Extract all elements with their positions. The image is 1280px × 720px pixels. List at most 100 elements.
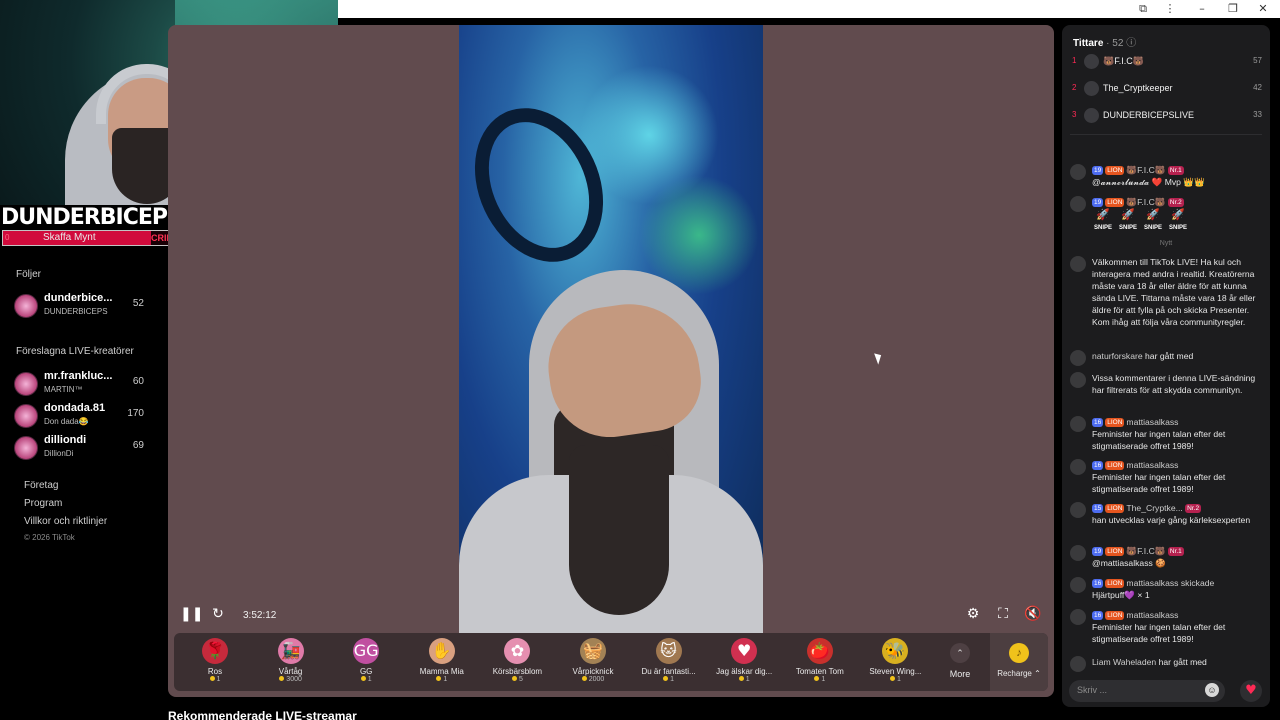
top-viewer-row[interactable]: 2 The_Cryptkeeper 42 <box>1070 79 1262 99</box>
recommended-heading: Rekommenderade LIVE-streamar <box>168 709 357 720</box>
extensions-icon[interactable]: ⧉ <box>1134 1 1152 17</box>
gift-item[interactable]: 🧺 Vårpicknick 2000 <box>556 635 630 689</box>
browser-chrome: ⧉ ⋮ – ❐ ✕ <box>338 0 1280 18</box>
restore-icon[interactable]: ❐ <box>1224 1 1242 17</box>
close-icon[interactable]: ✕ <box>1254 1 1272 17</box>
gift-item[interactable]: 🐝 Steven Wing... 1 <box>858 635 932 689</box>
suggested-account[interactable]: dondada.81 Don dada😂 170 <box>14 402 154 432</box>
gift-item[interactable]: ♥ Jag älskar dig... 1 <box>707 635 781 689</box>
gift-item[interactable]: 🚂 Vårtåg 3000 <box>254 635 328 689</box>
chat-username[interactable]: mattiasalkass <box>1126 460 1178 470</box>
top-viewer-row[interactable]: 1 🐻F.I.C🐻 57 <box>1070 52 1262 72</box>
lion-badge: LION <box>1105 547 1125 556</box>
level-badge: 16 <box>1092 418 1104 427</box>
gift-icon: ✿ <box>504 638 531 664</box>
gift-name: Tomaten Tom <box>795 667 844 676</box>
system-text: Välkommen till TikTok LIVE! Ha kul och i… <box>1092 257 1256 327</box>
footer-link-terms[interactable]: Villkor och riktlinjer <box>24 516 107 527</box>
account-name: dunderbice... <box>44 292 113 304</box>
minimize-icon[interactable]: – <box>1193 1 1211 17</box>
emoji-icon[interactable]: ☺ <box>1205 683 1219 697</box>
level-badge: 16 <box>1092 461 1104 470</box>
gift-price: 1 <box>178 676 252 683</box>
viewers-count: · 52 <box>1106 38 1124 49</box>
help-icon[interactable]: ⓘ <box>1126 38 1136 49</box>
gift-price: 1 <box>329 676 403 683</box>
following-heading: Följer <box>16 269 42 280</box>
footer-link-program[interactable]: Program <box>24 498 62 509</box>
viewer-count: 60 <box>132 376 144 387</box>
join-user[interactable]: naturforskare <box>1092 351 1143 361</box>
tiktok-icon <box>1070 256 1086 272</box>
rank-number: 3 <box>1072 110 1077 119</box>
chat-username[interactable]: 🐻F.I.C🐻 <box>1126 546 1165 556</box>
live-video[interactable] <box>459 25 763 633</box>
chat-input[interactable]: Skriv ... ☺ <box>1069 680 1225 702</box>
lion-badge: LION <box>1105 166 1125 175</box>
gift-item[interactable]: ✋ Mamma Mia 1 <box>405 635 479 689</box>
chat-username[interactable]: mattiasalkass <box>1126 417 1178 427</box>
rank-badge: Nr.1 <box>1167 547 1184 556</box>
rank-badge: Nr.2 <box>1185 504 1202 513</box>
viewer-count: 69 <box>132 440 144 451</box>
snipe-label: SNIPE <box>1168 225 1187 231</box>
account-name: mr.frankluc... <box>44 370 113 382</box>
account-name: dondada.81 <box>44 402 106 414</box>
gift-price: 3000 <box>254 676 328 683</box>
gift-name: Du är fantasti... <box>641 667 696 676</box>
gift-item[interactable]: 🌹 Ros 1 <box>178 635 252 689</box>
join-icon <box>1070 350 1086 366</box>
heart-icon[interactable]: ♥ <box>1240 680 1262 702</box>
viewer-score: 57 <box>1253 56 1262 65</box>
gift-icon: 🚂 <box>277 638 304 664</box>
gift-item[interactable]: 🐱 Du är fantasti... 1 <box>632 635 706 689</box>
rank-number: 2 <box>1072 83 1077 92</box>
viewers-heading[interactable]: Tittare · 52 ⓘ <box>1073 34 1136 49</box>
suggested-account[interactable]: mr.frankluc... MARTIN™ 60 <box>14 370 154 400</box>
gift-price: 1 <box>707 676 781 683</box>
suggested-account[interactable]: dilliondi DillionDi 69 <box>14 434 154 464</box>
chat-username[interactable]: 🐻F.I.C🐻 <box>1126 165 1165 175</box>
kebab-menu-icon[interactable]: ⋮ <box>1161 1 1179 17</box>
avatar <box>1084 108 1099 123</box>
level-badge: 16 <box>1092 579 1104 588</box>
gift-item[interactable]: 🍅 Tomaten Tom 1 <box>783 635 857 689</box>
join-text: har gått med <box>1158 657 1207 667</box>
account-nickname: DUNDERBICEPS <box>44 307 108 316</box>
gift-icon: 🧺 <box>580 638 606 664</box>
chat-text: Feminister har ingen talan efter det sti… <box>1092 429 1226 451</box>
gift-name: Vårtåg <box>278 667 303 676</box>
gift-icon: ♥ <box>731 638 758 664</box>
avatar <box>1070 196 1086 212</box>
chat-text: Feminister har ingen talan efter det sti… <box>1092 472 1226 494</box>
avatar <box>1070 577 1086 593</box>
rank-number: 1 <box>1072 56 1077 65</box>
join-user[interactable]: Liam Waheladen <box>1092 657 1156 667</box>
settings-icon[interactable]: ⚙ <box>964 605 982 623</box>
gift-item[interactable]: ✿ Körsbärsblom 5 <box>480 635 554 689</box>
live-player[interactable]: ❚❚ ↻ 3:52:12 ⚙ ⛶ 🔇 🌹 Ros 1 🚂 Vårtåg 3000 GG GG 1… <box>168 25 1054 697</box>
chat-username[interactable]: The_Cryptke... <box>1126 503 1182 513</box>
join-text: har gått med <box>1145 351 1194 361</box>
recharge-button[interactable]: ♪ Recharge ⌃ <box>990 633 1048 691</box>
gift-price: 1 <box>405 676 479 683</box>
screen: ⧉ ⋮ – ❐ ✕ DUNDERBICEPS K ■ ♪ ▶ ◎ f ◉ ☺ 0… <box>0 0 1280 720</box>
viewer-count: 52 <box>132 298 144 309</box>
fullscreen-icon[interactable]: ⛶ <box>994 605 1012 623</box>
chat-username[interactable]: mattiasalkass <box>1126 610 1178 620</box>
more-gifts-button[interactable]: ⌃ More <box>940 635 980 689</box>
following-account[interactable]: dunderbice... DUNDERBICEPS 52 <box>14 292 154 322</box>
avatar <box>1084 54 1099 69</box>
pause-icon[interactable]: ❚❚ <box>180 605 203 623</box>
refresh-icon[interactable]: ↻ <box>209 605 227 623</box>
footer-link-company[interactable]: Företag <box>24 480 58 491</box>
level-badge: 15 <box>1092 504 1104 513</box>
mute-icon[interactable]: 🔇 <box>1024 605 1042 623</box>
snipe-sticker: 🚀 SNIPE <box>1168 208 1187 231</box>
top-viewer-row[interactable]: 3 DUNDERBICEPSLIVE 33 <box>1070 106 1262 126</box>
chat-username[interactable]: mattiasalkass skickade <box>1126 578 1214 588</box>
viewer-count: 170 <box>127 408 144 419</box>
gift-item[interactable]: GG GG 1 <box>329 635 403 689</box>
chat-username[interactable]: 🐻F.I.C🐻 <box>1126 197 1165 207</box>
gift-icon: 🌹 <box>202 638 228 664</box>
